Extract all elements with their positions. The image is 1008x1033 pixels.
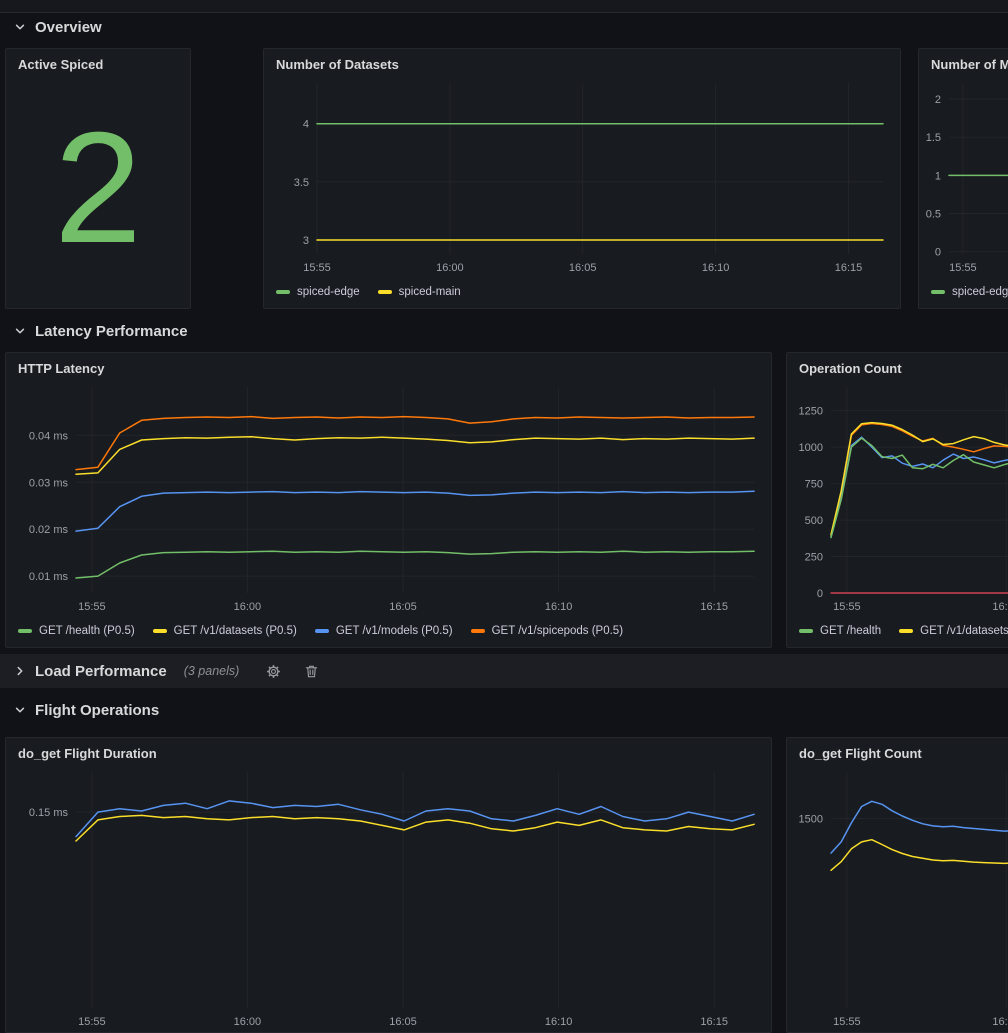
panel-number-of-datasets: Number of Datasets 15:5516:0016:0516:101… bbox=[263, 48, 901, 309]
svg-text:15:55: 15:55 bbox=[78, 1016, 106, 1028]
stat-value: 2 bbox=[6, 73, 190, 302]
chevron-right-icon bbox=[14, 665, 26, 677]
svg-text:0.5: 0.5 bbox=[926, 209, 941, 221]
chevron-down-icon bbox=[14, 325, 26, 337]
panel-http-latency: HTTP Latency 15:55 16:00 16:05 16:10 16:15 0.… bbox=[5, 352, 772, 648]
operation-count-chart[interactable]: 15:55 16:00 0 250 500 750 1000 1250 bbox=[787, 381, 1008, 617]
gear-icon[interactable] bbox=[266, 664, 281, 679]
legend-item[interactable]: spiced-main bbox=[378, 286, 461, 298]
section-title: Flight Operations bbox=[35, 702, 159, 719]
panel-title[interactable]: HTTP Latency bbox=[6, 353, 771, 381]
legend-swatch bbox=[315, 629, 329, 633]
svg-text:0: 0 bbox=[935, 247, 941, 259]
panels-count-note: (3 panels) bbox=[184, 664, 240, 678]
panel-active-spiced: Active Spiced 2 bbox=[5, 48, 191, 309]
panel-operation-count: Operation Count 15:55 16:00 0 250 500 750 1000… bbox=[786, 352, 1008, 648]
svg-text:16:00: 16:00 bbox=[234, 1016, 262, 1028]
svg-text:16:05: 16:05 bbox=[389, 601, 417, 613]
svg-text:1.5: 1.5 bbox=[926, 132, 941, 144]
section-title: Load Performance bbox=[35, 663, 167, 680]
svg-text:16:15: 16:15 bbox=[835, 262, 863, 274]
svg-text:0.15 ms: 0.15 ms bbox=[29, 807, 69, 819]
svg-text:4: 4 bbox=[303, 119, 309, 131]
svg-text:1000: 1000 bbox=[799, 442, 823, 454]
svg-text:0.02 ms: 0.02 ms bbox=[29, 524, 69, 536]
panel-do-get-flight-duration: do_get Flight Duration 15:55 16:00 16:05 16… bbox=[5, 737, 772, 1033]
svg-text:16:00: 16:00 bbox=[992, 1016, 1008, 1028]
svg-text:16:05: 16:05 bbox=[569, 262, 597, 274]
http-latency-legend: GET /health (P0.5) GET /v1/datasets (P0.5… bbox=[18, 621, 771, 641]
panel-title[interactable]: Number of Models bbox=[919, 49, 1008, 77]
top-toolbar bbox=[0, 0, 1008, 13]
svg-text:16:10: 16:10 bbox=[702, 262, 730, 274]
svg-text:1: 1 bbox=[935, 170, 941, 182]
legend-item[interactable]: spiced-edge bbox=[276, 286, 360, 298]
section-header-latency-performance[interactable]: Latency Performance bbox=[14, 320, 188, 342]
svg-text:15:55: 15:55 bbox=[833, 1016, 861, 1028]
legend-item[interactable]: spiced-edge bbox=[931, 286, 1008, 298]
svg-text:0.04 ms: 0.04 ms bbox=[29, 430, 69, 442]
svg-text:16:05: 16:05 bbox=[389, 1016, 417, 1028]
svg-text:15:55: 15:55 bbox=[833, 601, 861, 613]
legend-swatch bbox=[899, 629, 913, 633]
section-title: Latency Performance bbox=[35, 323, 188, 340]
flight-count-chart[interactable]: 15:55 16:00 1500 bbox=[787, 766, 1008, 1032]
section-title: Overview bbox=[35, 19, 102, 36]
panel-title[interactable]: do_get Flight Duration bbox=[6, 738, 771, 766]
legend-swatch bbox=[18, 629, 32, 633]
datasets-legend: spiced-edge spiced-main bbox=[276, 282, 900, 302]
panel-number-of-models: Number of Models 15:55 0 0.5 1 1.5 2 spiced-e… bbox=[918, 48, 1008, 309]
legend-item[interactable]: GET /v1/models (P0.5) bbox=[315, 625, 453, 637]
svg-text:1500: 1500 bbox=[799, 814, 823, 826]
svg-text:3.5: 3.5 bbox=[294, 177, 309, 189]
panel-do-get-flight-count: do_get Flight Count 15:55 16:00 1500 bbox=[786, 737, 1008, 1033]
legend-swatch bbox=[153, 629, 167, 633]
svg-text:0.01 ms: 0.01 ms bbox=[29, 571, 69, 583]
panel-title[interactable]: Operation Count bbox=[787, 353, 1008, 381]
datasets-chart[interactable]: 15:55 16:00 16:05 16:10 16:15 3 3.5 4 bbox=[264, 77, 900, 278]
legend-swatch bbox=[276, 290, 290, 294]
legend-item[interactable]: GET /v1/datasets (P0.5) bbox=[153, 625, 297, 637]
svg-text:16:15: 16:15 bbox=[700, 1016, 728, 1028]
svg-text:16:15: 16:15 bbox=[700, 601, 728, 613]
models-chart[interactable]: 15:55 0 0.5 1 1.5 2 bbox=[919, 77, 1008, 278]
svg-text:16:10: 16:10 bbox=[545, 601, 573, 613]
legend-swatch bbox=[378, 290, 392, 294]
svg-text:16:10: 16:10 bbox=[545, 1016, 573, 1028]
panel-title[interactable]: do_get Flight Count bbox=[787, 738, 1008, 766]
svg-text:1250: 1250 bbox=[799, 406, 823, 418]
section-header-overview[interactable]: Overview bbox=[14, 16, 102, 38]
section-header-flight-operations[interactable]: Flight Operations bbox=[14, 699, 159, 721]
legend-swatch bbox=[471, 629, 485, 633]
legend-swatch bbox=[931, 290, 945, 294]
svg-text:0.03 ms: 0.03 ms bbox=[29, 477, 69, 489]
models-legend: spiced-edge bbox=[931, 282, 1008, 302]
svg-text:750: 750 bbox=[805, 479, 823, 491]
svg-text:16:00: 16:00 bbox=[234, 601, 262, 613]
chevron-down-icon bbox=[14, 21, 26, 33]
svg-text:500: 500 bbox=[805, 515, 823, 527]
svg-text:15:55: 15:55 bbox=[78, 601, 106, 613]
svg-text:2: 2 bbox=[935, 94, 941, 106]
legend-item[interactable]: GET /health (P0.5) bbox=[18, 625, 135, 637]
svg-text:250: 250 bbox=[805, 552, 823, 564]
operation-count-legend: GET /health GET /v1/datasets bbox=[799, 621, 1008, 641]
chevron-down-icon bbox=[14, 704, 26, 716]
svg-text:16:00: 16:00 bbox=[992, 601, 1008, 613]
svg-text:15:55: 15:55 bbox=[949, 262, 977, 274]
legend-swatch bbox=[799, 629, 813, 633]
flight-duration-chart[interactable]: 15:55 16:00 16:05 16:10 16:15 0.15 ms bbox=[6, 766, 771, 1032]
http-latency-chart[interactable]: 15:55 16:00 16:05 16:10 16:15 0.01 ms 0.02 ms 0… bbox=[6, 381, 771, 617]
trash-icon[interactable] bbox=[304, 664, 319, 679]
legend-item[interactable]: GET /health bbox=[799, 625, 881, 637]
legend-item[interactable]: GET /v1/spicepods (P0.5) bbox=[471, 625, 623, 637]
section-header-load-performance[interactable]: Load Performance (3 panels) bbox=[0, 654, 1008, 688]
legend-item[interactable]: GET /v1/datasets bbox=[899, 625, 1008, 637]
svg-text:16:00: 16:00 bbox=[436, 262, 464, 274]
svg-text:0: 0 bbox=[817, 588, 823, 600]
svg-text:3: 3 bbox=[303, 235, 309, 247]
svg-text:15:55: 15:55 bbox=[303, 262, 331, 274]
panel-title[interactable]: Number of Datasets bbox=[264, 49, 900, 77]
